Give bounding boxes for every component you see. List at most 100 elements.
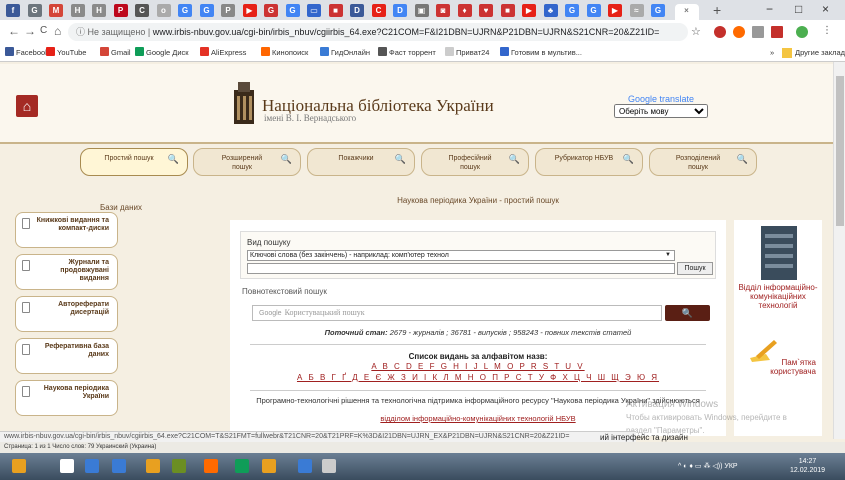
search-tab[interactable]: Рубрикатор НБУВ 🔍 [535, 148, 643, 176]
browser-tab[interactable]: C [371, 4, 386, 17]
system-tray[interactable]: ^ ◐ ♦ ▭ ⁂ ◁)) УКР [678, 462, 738, 470]
ict-department-label[interactable]: Відділ інформаційно-комунікаційних техно… [734, 283, 822, 310]
bookmark-star-icon[interactable]: ☆ [691, 25, 701, 38]
profile-avatar[interactable] [796, 26, 808, 38]
browser-tab[interactable]: f [6, 4, 20, 17]
maximize-button[interactable]: □ [795, 2, 802, 16]
clock[interactable]: 14:27 12.02.2019 [790, 457, 825, 475]
browser-tab[interactable]: P [113, 4, 128, 17]
fulltext-search-button[interactable]: 🔍 [665, 305, 710, 321]
browser-tab[interactable]: ▶ [522, 4, 536, 17]
search-tab[interactable]: Професійний пошук 🔍 [421, 148, 529, 176]
browser-tab[interactable]: ▭ [307, 4, 321, 17]
browser-tab[interactable]: G [199, 4, 214, 17]
search-button[interactable]: Пошук [677, 262, 713, 275]
bookmark-item[interactable]: Приват24 [445, 44, 489, 62]
home-icon[interactable]: ⌂ [16, 95, 38, 117]
search-query-input[interactable] [247, 263, 675, 274]
browser-tab[interactable]: ◙ [436, 4, 450, 17]
browser-tab[interactable]: ▶ [608, 4, 622, 17]
forward-button[interactable]: → [24, 24, 36, 38]
bookmark-item[interactable]: Готовим в мультив... [500, 44, 582, 62]
browser-tab[interactable]: G [651, 4, 665, 17]
browser-tab[interactable]: H [92, 4, 106, 17]
taskbar-app-icon[interactable] [262, 459, 276, 473]
browser-tab[interactable]: C [135, 4, 149, 17]
bookmark-item[interactable]: Google Диск [135, 44, 189, 62]
browser-tab[interactable]: G [27, 4, 42, 17]
browser-tab[interactable]: G [565, 4, 579, 17]
browser-tab[interactable]: ■ [500, 4, 515, 17]
alphabet-latin-links[interactable]: A B C D E F G H I J L M O P R S T U V [230, 362, 726, 371]
browser-tab[interactable]: o [156, 4, 171, 17]
taskbar-app-icon[interactable] [146, 459, 160, 473]
bookmark-item[interactable]: YouTube [46, 44, 86, 62]
taskbar-app-icon[interactable] [204, 459, 218, 473]
database-button[interactable]: Книжкові видання та компакт-диски [15, 212, 118, 248]
browser-tab[interactable]: D [393, 4, 407, 17]
database-button[interactable]: Реферативна база даних [15, 338, 118, 374]
building-image[interactable] [761, 226, 797, 280]
search-tab[interactable]: Покажчики 🔍 [307, 148, 415, 176]
browser-tab[interactable]: H [70, 4, 85, 17]
security-indicator[interactable]: ⓘ Не защищено [76, 27, 145, 37]
browser-tab[interactable]: ≈ [629, 4, 644, 17]
browser-tab[interactable]: ♦ [457, 4, 472, 17]
scrollbar-thumb[interactable] [836, 76, 844, 226]
extension-icon[interactable] [752, 26, 764, 38]
menu-icon[interactable]: ⋮ [822, 25, 832, 36]
browser-tab[interactable]: M [49, 4, 63, 17]
active-tab-close-button[interactable]: × [674, 4, 699, 20]
opera-extension-icon[interactable] [733, 26, 745, 38]
taskbar-app-icon[interactable] [85, 459, 99, 473]
minimize-button[interactable]: − [766, 2, 773, 16]
bookmark-item[interactable]: Фаст торрент [378, 44, 436, 62]
new-tab-button[interactable]: + [713, 2, 721, 18]
bookmark-item[interactable]: ГидОнлайн [320, 44, 370, 62]
back-button[interactable]: ← [8, 24, 20, 38]
browser-tab[interactable]: ▶ [242, 4, 257, 17]
taskbar-app-icon[interactable] [112, 459, 126, 473]
database-button[interactable]: Наукова періодика України [15, 380, 118, 416]
extension-icon[interactable] [771, 26, 783, 38]
bookmark-item[interactable]: Facebook [5, 44, 49, 62]
alphabet-cyrillic-links[interactable]: А Б В Г Ґ Д Е Є Ж З И І К Л М Н О П Р С … [230, 373, 726, 382]
browser-tab[interactable]: ■ [328, 4, 343, 17]
close-button[interactable]: × [822, 2, 829, 16]
browser-tab[interactable]: ♣ [543, 4, 558, 17]
bookmark-item[interactable]: Кинопоиск [261, 44, 308, 62]
reload-button[interactable]: C [40, 25, 47, 36]
taskbar-app-icon[interactable] [12, 459, 26, 473]
taskbar-app-icon[interactable] [298, 459, 312, 473]
taskbar-app-icon[interactable] [235, 459, 249, 473]
browser-tab[interactable]: P [221, 4, 235, 17]
language-select[interactable]: Оберіть мову [614, 104, 708, 118]
browser-tab[interactable]: G [264, 4, 278, 17]
taskbar-app-icon[interactable] [60, 459, 74, 473]
browser-tab[interactable]: G [586, 4, 601, 17]
taskbar-app-icon[interactable] [172, 459, 186, 473]
search-tab[interactable]: Простий пошук 🔍 [80, 148, 188, 176]
fulltext-search-input[interactable]: Google Користувацький пошук [252, 305, 662, 321]
extension-icon[interactable] [714, 26, 726, 38]
search-tab[interactable]: Розподілений пошук 🔍 [649, 148, 757, 176]
browser-tab[interactable]: G [178, 4, 192, 17]
vertical-scrollbar[interactable] [833, 62, 845, 439]
browser-tab[interactable]: ♥ [479, 4, 493, 17]
browser-tab[interactable]: D [350, 4, 364, 17]
search-type-select[interactable]: Ключові слова (без закінчень) - наприкла… [247, 250, 675, 261]
database-button[interactable]: Журнали та продовжувані видання [15, 254, 118, 290]
home-button[interactable]: ⌂ [54, 24, 61, 38]
search-tabs: Простий пошук 🔍 Розширений пошук 🔍 Покажчики… [0, 148, 833, 180]
url-bar[interactable]: ⓘ Не защищено | www.irbis-nbuv.gov.ua/cg… [68, 23, 688, 41]
browser-tab[interactable]: G [285, 4, 300, 17]
bookmark-item[interactable]: Gmail [100, 44, 131, 62]
bookmark-item[interactable]: AliExpress [200, 44, 246, 62]
browser-tab[interactable]: ▣ [414, 4, 429, 17]
user-memo-label[interactable]: Пам`ятка користувача [734, 358, 822, 376]
database-button[interactable]: Автореферати дисертацій [15, 296, 118, 332]
bookmarks-more-button[interactable]: » [770, 44, 774, 62]
taskbar-app-icon[interactable] [322, 459, 336, 473]
other-bookmarks-button[interactable]: Другие закладки [795, 44, 845, 62]
search-tab[interactable]: Розширений пошук 🔍 [193, 148, 301, 176]
